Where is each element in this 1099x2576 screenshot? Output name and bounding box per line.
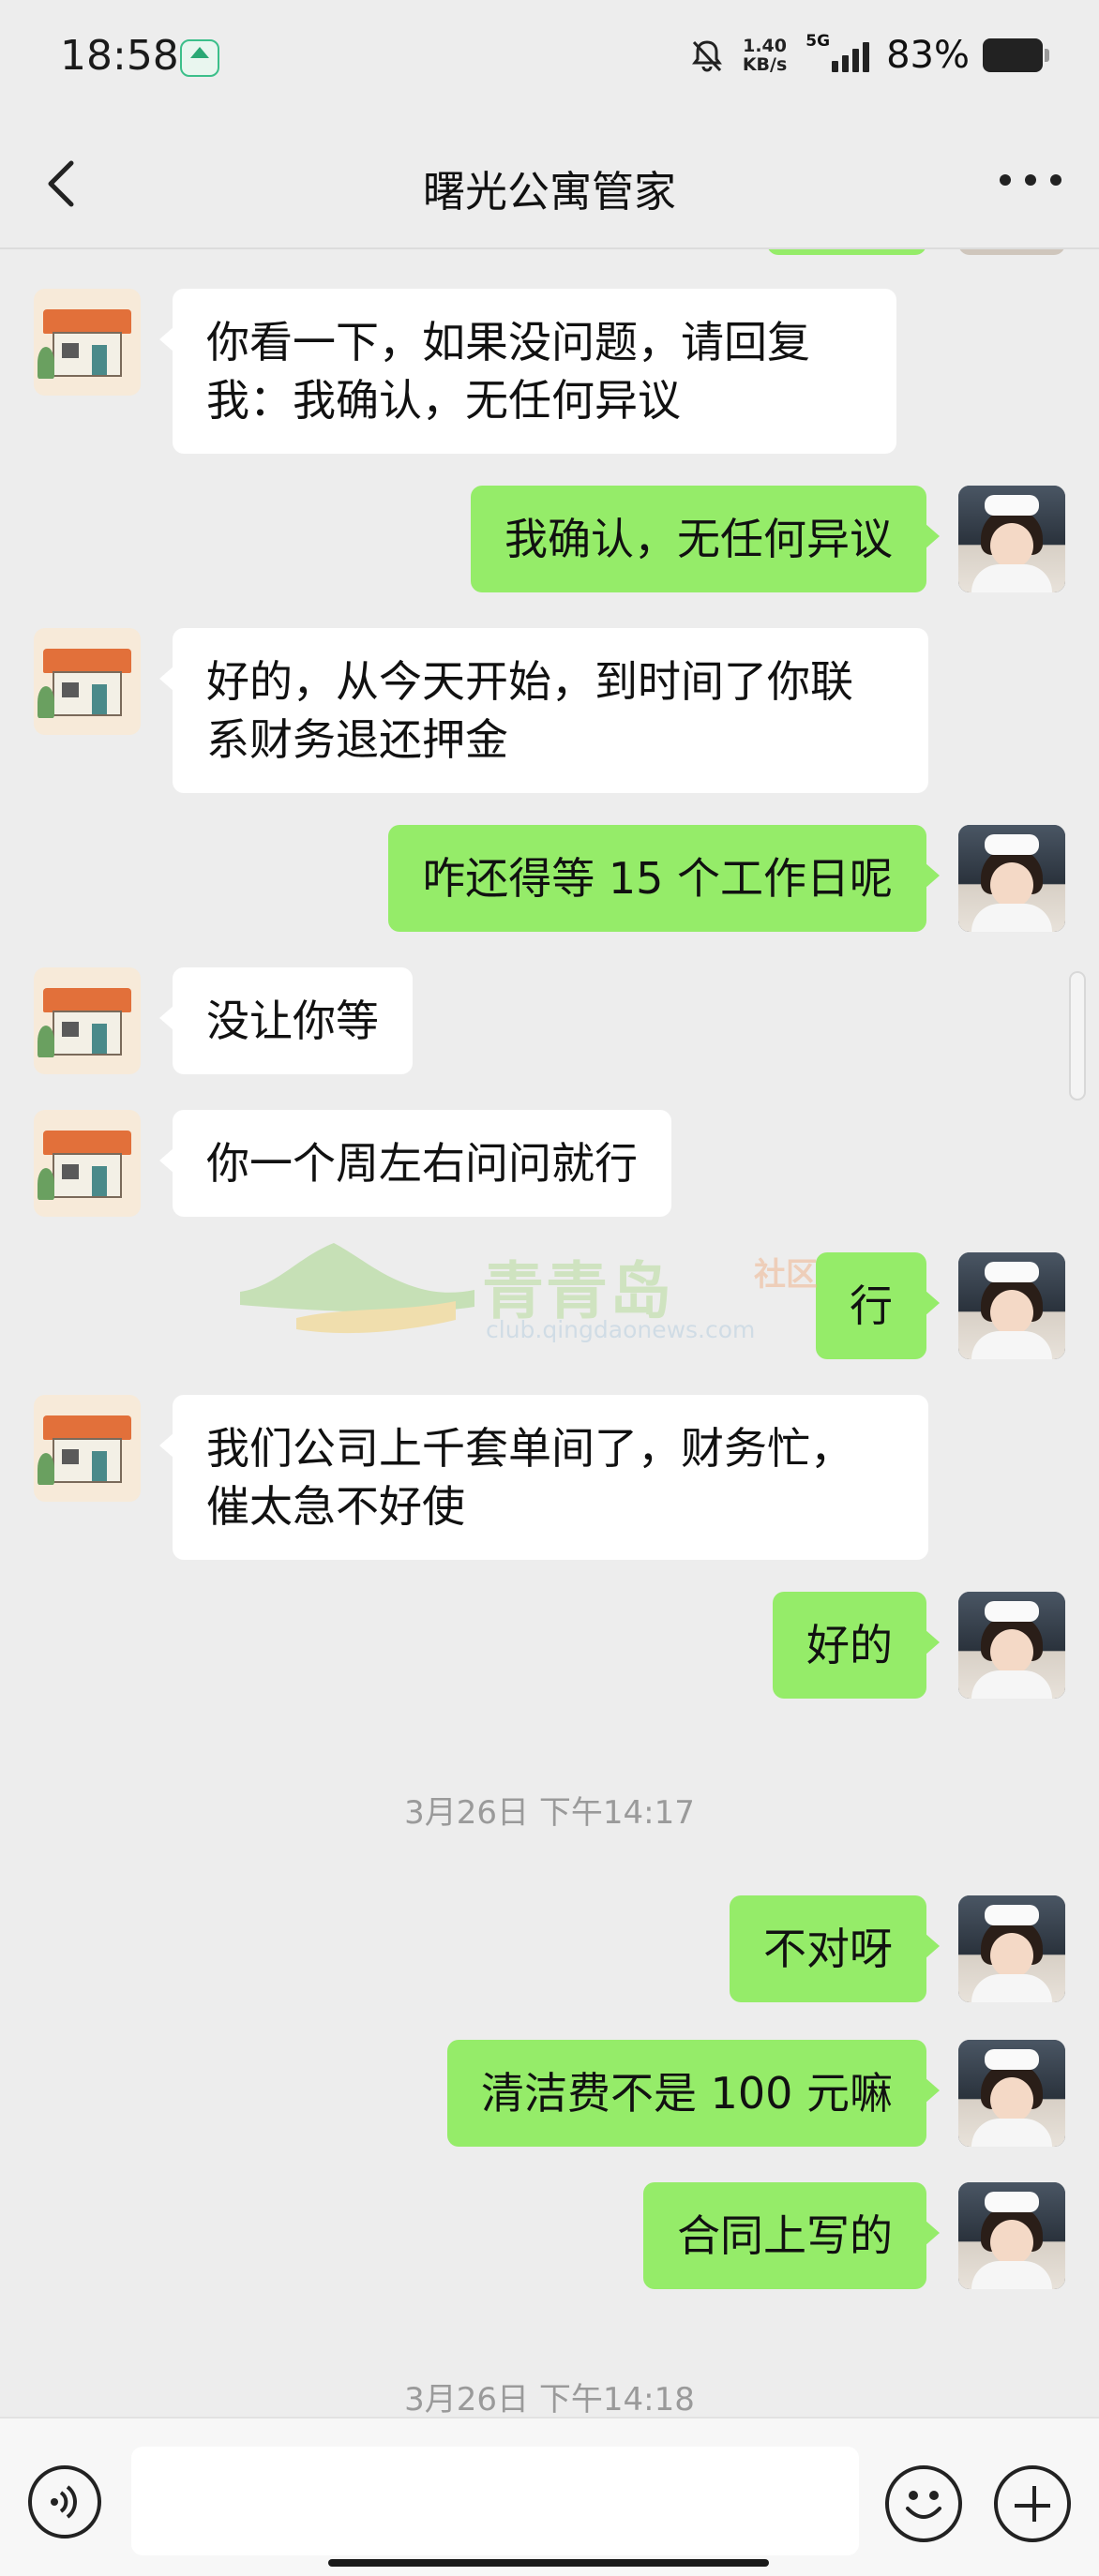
message-row: 好的	[0, 1592, 1099, 1699]
message-bubble-sent[interactable]: 清洁费不是 100 元嘛	[446, 2040, 941, 2147]
net-speed-value: 1.40	[743, 36, 787, 56]
emoji-icon[interactable]	[885, 2465, 962, 2542]
partial-avatar	[958, 249, 1065, 255]
avatar[interactable]	[958, 2040, 1065, 2147]
chat-title: 曙光公寓管家	[422, 167, 676, 217]
avatar[interactable]	[958, 1895, 1065, 2002]
message-row: 好的，从今天开始，到时间了你联 系财务退还押金	[0, 628, 1099, 793]
voice-icon[interactable]	[28, 2465, 101, 2539]
avatar[interactable]	[958, 1252, 1065, 1359]
signal-icon	[828, 38, 870, 72]
message-row: 合同上写的	[0, 2182, 1099, 2289]
net-speed-unit: KB/s	[742, 54, 788, 75]
avatar[interactable]	[958, 825, 1065, 932]
mute-icon	[691, 40, 722, 72]
scrollbar-thumb[interactable]	[1069, 971, 1086, 1101]
status-time: 18:58	[60, 32, 179, 80]
message-row: 行	[0, 1252, 1099, 1359]
message-row: 咋还得等 15 个工作日呢	[0, 825, 1099, 932]
message-row: 我确认，无任何异议	[0, 486, 1099, 592]
message-row: 不对呀	[0, 1895, 1099, 2002]
network-type: 5G	[805, 32, 831, 51]
message-timestamp: 3月26日 下午14:18	[404, 2381, 695, 2417]
message-row: 没让你等	[0, 967, 1099, 1074]
home-indicator[interactable]	[328, 2559, 769, 2567]
avatar[interactable]	[34, 1395, 141, 1502]
avatar[interactable]	[34, 967, 141, 1074]
avatar[interactable]	[34, 289, 141, 396]
message-bubble-sent[interactable]: 不对呀	[730, 1895, 940, 2002]
message-bubble-sent[interactable]: 行	[816, 1252, 940, 1359]
message-bubble-received[interactable]: 没让你等	[159, 967, 413, 1074]
message-bubble-sent[interactable]: 好的	[773, 1592, 940, 1699]
avatar[interactable]	[958, 1592, 1065, 1699]
chat-header: 曙光公寓管家	[0, 116, 1099, 249]
battery-percent: 83%	[886, 34, 970, 77]
status-bar: 18:58 1.40 KB/s 5G 83%	[0, 0, 1099, 112]
message-timestamp: 3月26日 下午14:17	[404, 1794, 695, 1832]
message-bubble-received[interactable]: 你一个周左右问问就行	[159, 1110, 671, 1217]
input-bar	[0, 2417, 1099, 2576]
message-row: 我们公司上千套单间了，财务忙， 催太急不好使	[0, 1395, 1099, 1560]
more-icon[interactable]	[1000, 174, 1061, 189]
app-notification-icon	[180, 39, 219, 77]
avatar[interactable]	[34, 1110, 141, 1217]
partial-bubble	[767, 249, 926, 255]
message-row: 你一个周左右问问就行	[0, 1110, 1099, 1217]
chat-messages[interactable]: 你看一下，如果没问题，请回复 我：我确认，无任何异议 我确认，无任何异议 好的，…	[0, 249, 1099, 2417]
status-right-group: 1.40 KB/s 5G 83%	[688, 32, 1049, 77]
avatar[interactable]	[34, 628, 141, 735]
avatar[interactable]	[958, 2182, 1065, 2289]
message-bubble-received[interactable]: 好的，从今天开始，到时间了你联 系财务退还押金	[159, 628, 928, 793]
net-speed: 1.40 KB/s	[743, 37, 787, 74]
message-bubble-received[interactable]: 我们公司上千套单间了，财务忙， 催太急不好使	[159, 1395, 928, 1560]
message-input[interactable]	[131, 2447, 859, 2555]
message-row: 清洁费不是 100 元嘛	[0, 2040, 1099, 2147]
plus-icon[interactable]	[994, 2465, 1071, 2542]
message-bubble-sent[interactable]: 咋还得等 15 个工作日呢	[388, 825, 940, 932]
message-bubble-sent[interactable]: 我确认，无任何异议	[471, 486, 940, 592]
battery-icon	[983, 38, 1049, 72]
message-bubble-received[interactable]: 你看一下，如果没问题，请回复 我：我确认，无任何异议	[159, 289, 896, 454]
avatar[interactable]	[958, 486, 1065, 592]
message-row: 你看一下，如果没问题，请回复 我：我确认，无任何异议	[0, 289, 1099, 454]
message-bubble-sent[interactable]: 合同上写的	[643, 2182, 940, 2289]
